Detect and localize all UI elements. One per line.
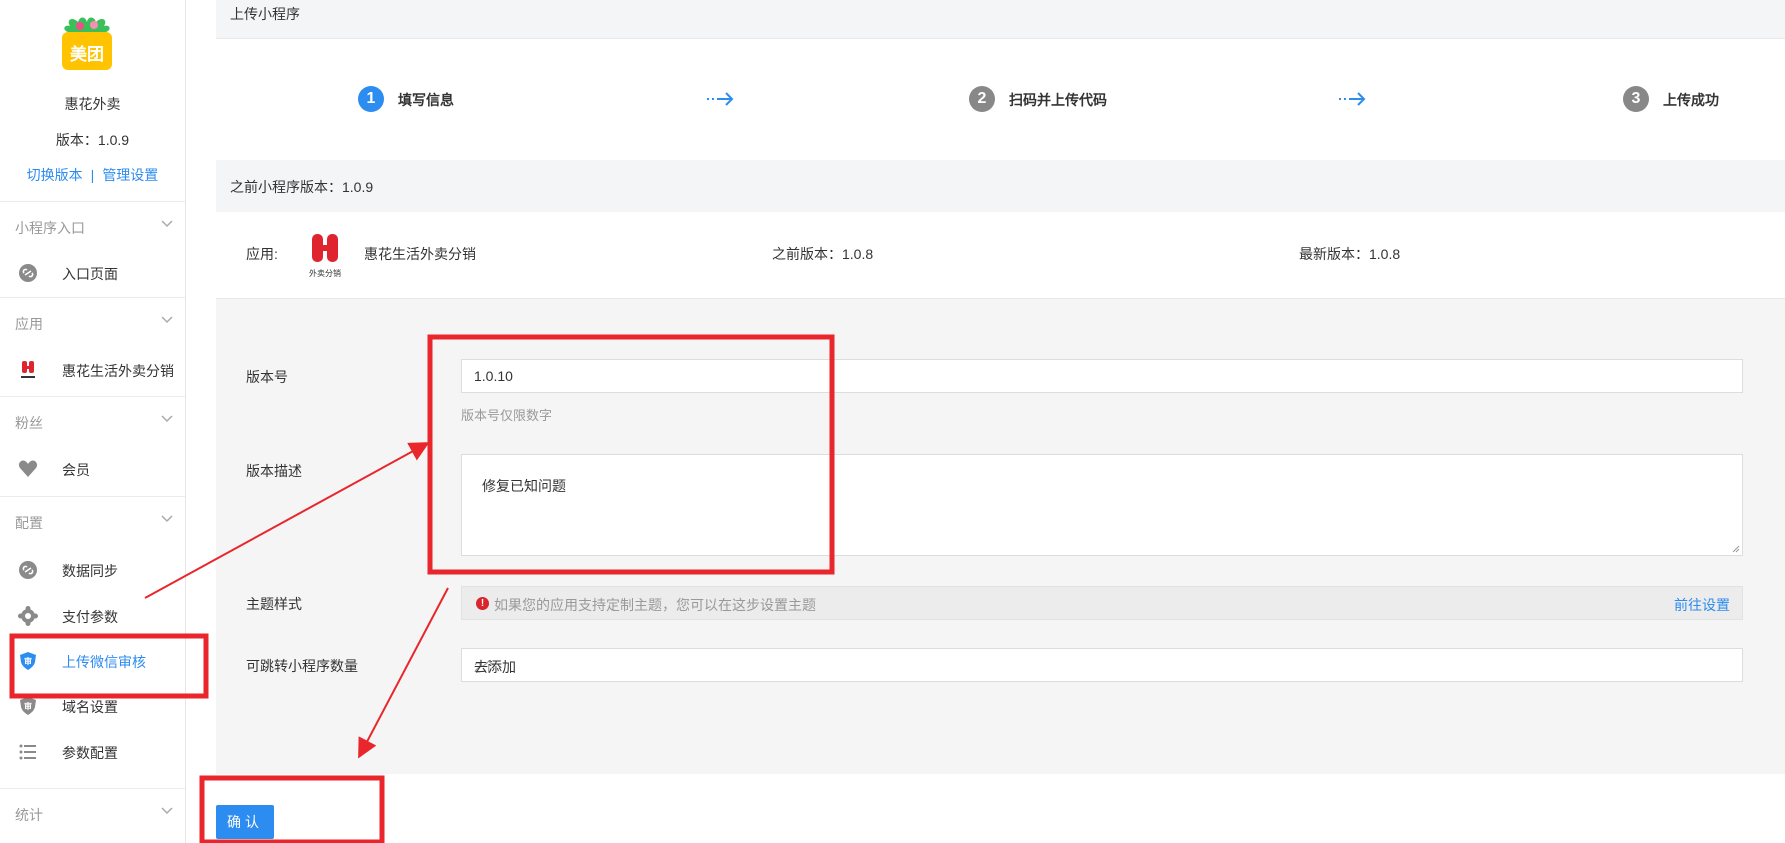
- sidebar-item-label: 支付参数: [62, 609, 118, 625]
- chevron-down-icon: [161, 316, 173, 324]
- section-title: 配置: [15, 515, 43, 531]
- jump-count-field: 2个 去添加: [461, 648, 1743, 682]
- section-title: 统计: [15, 807, 43, 823]
- shield-icon: 审: [20, 652, 36, 670]
- app-name: 惠花外卖: [64, 96, 121, 112]
- sidebar-item-data-sync[interactable]: 数据同步: [0, 550, 185, 590]
- upload-form: 版本号 1.0.10 版本号仅限数字 版本描述 修复已知问题 主题样式 ! 如果…: [216, 299, 1785, 774]
- warning-icon: !: [476, 597, 489, 610]
- link-icon: [19, 264, 37, 282]
- step-number: 3: [1623, 86, 1649, 112]
- sidebar-item-app[interactable]: 惠花生活外卖分销: [0, 350, 185, 390]
- previous-version-text: 之前小程序版本：1.0.9: [230, 179, 374, 195]
- list-icon: [19, 744, 36, 760]
- sidebar-item-label: 域名设置: [62, 699, 118, 715]
- description-label: 版本描述: [246, 463, 302, 479]
- sidebar-item-label: 参数配置: [62, 745, 118, 761]
- sidebar-links: 切换版本 | 管理设置: [0, 165, 185, 185]
- app-info-row: 应用: 外卖分销 惠花生活外卖分销 之前版本：1.0.8 最新版本：1.0.8: [216, 212, 1785, 299]
- add-link[interactable]: 去添加: [474, 657, 1730, 677]
- chevron-down-icon: [161, 415, 173, 423]
- version-input[interactable]: 1.0.10: [461, 359, 1743, 393]
- sidebar-item-payment[interactable]: 支付参数: [0, 596, 185, 636]
- go-settings-link[interactable]: 前往设置: [1674, 595, 1730, 615]
- sidebar-section-entry[interactable]: 小程序入口: [0, 201, 185, 250]
- section-title: 小程序入口: [15, 220, 85, 236]
- theme-notice: ! 如果您的应用支持定制主题，您可以在这步设置主题 前往设置: [461, 586, 1743, 620]
- app-previous-version: 之前版本：1.0.8: [772, 246, 874, 262]
- app-logo-icon: 外卖分销: [309, 234, 341, 278]
- arrow-right-icon: [707, 92, 734, 106]
- app-latest-version: 最新版本：1.0.8: [1299, 246, 1401, 262]
- switch-version-link[interactable]: 切换版本: [27, 167, 83, 183]
- step-label: 填写信息: [398, 92, 454, 108]
- version-hint: 版本号仅限数字: [461, 408, 553, 423]
- gear-icon: [18, 606, 38, 626]
- link-icon: [19, 561, 37, 579]
- sidebar-item-label: 入口页面: [62, 266, 118, 282]
- theme-label: 主题样式: [246, 596, 302, 612]
- sidebar-section-fans[interactable]: 粉丝: [0, 396, 185, 445]
- description-textarea[interactable]: 修复已知问题: [461, 454, 1743, 556]
- sidebar-section-stats[interactable]: 统计: [0, 788, 185, 837]
- app-label: 应用:: [246, 246, 278, 262]
- chevron-down-icon: [161, 515, 173, 523]
- page-title-bar: 上传小程序: [216, 0, 1785, 39]
- step-label: 扫码并上传代码: [1009, 92, 1107, 108]
- description-value: 修复已知问题: [482, 478, 566, 494]
- step-number: 2: [969, 86, 995, 112]
- sidebar-item-domain-settings[interactable]: 审 域名设置: [0, 686, 185, 726]
- step-label: 上传成功: [1663, 92, 1719, 108]
- sidebar-section-apps[interactable]: 应用: [0, 297, 185, 346]
- sidebar-section-config[interactable]: 配置: [0, 496, 185, 545]
- sidebar-item-entry-page[interactable]: 入口页面: [0, 253, 185, 293]
- app-logo-caption: 外卖分销: [309, 268, 341, 278]
- theme-notice-text: 如果您的应用支持定制主题，您可以在这步设置主题: [494, 597, 816, 613]
- sidebar-item-upload-wechat-review[interactable]: 审 上传微信审核: [0, 641, 185, 681]
- logo-text: 美团: [70, 44, 104, 65]
- section-title: 粉丝: [15, 415, 43, 431]
- jump-count-label: 可跳转小程序数量: [246, 658, 358, 674]
- main-content: 上传小程序 1 填写信息 2 扫码并上传代码 3 上传成功 之前小程序版本：1.…: [216, 0, 1785, 843]
- meituan-logo-icon: 美团: [62, 17, 112, 70]
- confirm-button[interactable]: 确认: [216, 805, 274, 839]
- shield-icon: 审: [20, 697, 36, 715]
- version-value: 1.0.10: [474, 368, 513, 384]
- version-label: 版本号: [246, 369, 288, 385]
- steps-bar: 1 填写信息 2 扫码并上传代码 3 上传成功: [216, 39, 1785, 159]
- app-logo-icon: [21, 361, 35, 378]
- chevron-down-icon: [161, 807, 173, 815]
- previous-version-bar: 之前小程序版本：1.0.9: [216, 160, 1785, 212]
- page-title: 上传小程序: [230, 6, 300, 22]
- sidebar-item-param-config[interactable]: 参数配置: [0, 732, 185, 772]
- resize-handle-icon[interactable]: [1732, 545, 1740, 553]
- svg-text:审: 审: [24, 701, 32, 711]
- sidebar-item-label: 惠花生活外卖分销: [62, 363, 174, 379]
- chevron-down-icon: [161, 220, 173, 228]
- section-title: 应用: [15, 316, 43, 332]
- svg-text:审: 审: [24, 656, 32, 666]
- link-separator: |: [90, 167, 95, 183]
- sidebar-item-label: 数据同步: [62, 563, 118, 579]
- sidebar-item-label: 会员: [62, 462, 90, 478]
- step-number: 1: [358, 86, 384, 112]
- sidebar-item-label: 上传微信审核: [62, 654, 146, 670]
- app-name: 惠花生活外卖分销: [364, 246, 476, 262]
- arrow-right-icon: [1339, 92, 1366, 106]
- manage-settings-link[interactable]: 管理设置: [102, 167, 158, 183]
- sidebar: 美团 惠花外卖 版本：1.0.9 切换版本 | 管理设置 小程序入口 入口页面 应用…: [0, 0, 186, 843]
- app-version: 版本：1.0.9: [55, 132, 130, 148]
- sidebar-item-member[interactable]: 会员: [0, 449, 185, 489]
- heart-icon: [18, 460, 38, 477]
